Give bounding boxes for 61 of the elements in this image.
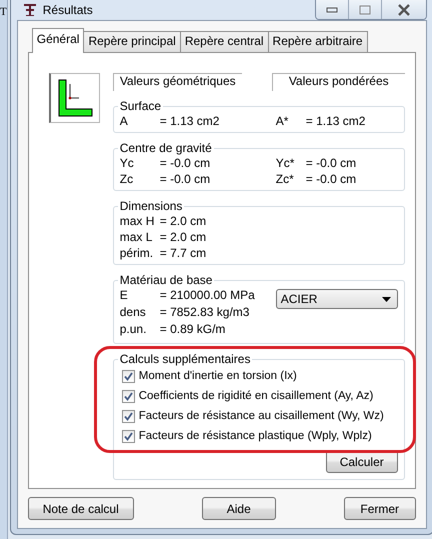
- value-text: = 7852.83 kg/m3: [160, 304, 250, 321]
- group-title: Centre de gravité: [118, 141, 213, 155]
- window-title: Résultats: [42, 3, 93, 17]
- group-title: Dimensions: [118, 199, 184, 213]
- checkmark-icon: [124, 412, 133, 420]
- label-text: E: [120, 287, 129, 304]
- checkbox-label: Facteurs de résistance au cisaillement (Wy, Wz): [138, 410, 384, 422]
- tab[interactable]: Repère arbitraire: [268, 31, 368, 52]
- dialog-button[interactable]: Fermer: [344, 497, 416, 520]
- maximize-icon: [358, 4, 371, 14]
- label-text: Yc: [120, 155, 135, 171]
- close-icon: [396, 4, 411, 16]
- value-text: = -0.0 cm: [160, 155, 212, 171]
- value-text: = 1.13 cm2: [306, 113, 366, 129]
- dropdown-arrow-icon: [382, 296, 391, 302]
- value-text: = 1.13 cm2: [160, 113, 220, 129]
- checkbox[interactable]: [122, 370, 135, 382]
- close-button[interactable]: [380, 0, 426, 19]
- label-text: p.un.: [120, 321, 148, 338]
- checkbox-label: Coefficients de rigidité en cisaillement (Ay, Az): [138, 390, 374, 402]
- tab[interactable]: Repère principal: [83, 31, 181, 52]
- label-text: Zc: [120, 171, 134, 187]
- minimize-icon: [326, 6, 338, 14]
- label-text: dens: [120, 304, 147, 321]
- column-header: Valeurs géométriques: [112, 73, 242, 91]
- material-dropdown[interactable]: ACIER: [276, 289, 398, 309]
- tab[interactable]: Général: [32, 28, 84, 53]
- column-header: Valeurs pondérées: [272, 73, 405, 91]
- checkbox[interactable]: [122, 410, 135, 422]
- checkbox-label: Facteurs de résistance plastique (Wply, Wplz): [138, 430, 372, 442]
- value-text: = -0.0 cm: [306, 171, 356, 187]
- checkbox[interactable]: [122, 430, 135, 442]
- group-title: Calculs supplémentaires: [118, 352, 252, 366]
- label-text: A: [120, 113, 129, 129]
- value-text: = -0.0 cm: [306, 155, 356, 171]
- group-title: Matériau de base: [118, 273, 214, 287]
- dialog-button[interactable]: Note de calcul: [28, 497, 134, 520]
- minimize-button[interactable]: [316, 0, 348, 19]
- checkmark-icon: [124, 392, 133, 400]
- label-text: périm.: [120, 245, 154, 261]
- maximize-button[interactable]: [348, 0, 381, 19]
- value-text: = 210000.00 MPa: [160, 287, 256, 304]
- value-text: = 7.7 cm: [160, 245, 208, 261]
- app-icon: [22, 3, 37, 17]
- dialog-button[interactable]: Aide: [202, 497, 276, 520]
- value-text: = -0.0 cm: [160, 171, 212, 187]
- label-text: max H: [120, 213, 156, 229]
- checkbox-label: Moment d'inertie en torsion (Ix): [138, 370, 297, 382]
- label-text: A*: [276, 113, 290, 129]
- value-text: = 2.0 cm: [160, 229, 208, 245]
- tab[interactable]: Repère central: [180, 31, 269, 52]
- checkbox[interactable]: [122, 390, 135, 402]
- label-text: max L: [120, 229, 154, 245]
- background-text: T: [0, 5, 7, 19]
- label-text: Yc*: [276, 155, 296, 171]
- label-text: Zc*: [276, 171, 295, 187]
- value-text: = 2.0 cm: [160, 213, 208, 229]
- checkmark-icon: [124, 372, 133, 380]
- checkmark-icon: [124, 432, 133, 440]
- group-title: Surface: [118, 99, 162, 113]
- value-text: = 0.89 kG/m: [160, 321, 226, 338]
